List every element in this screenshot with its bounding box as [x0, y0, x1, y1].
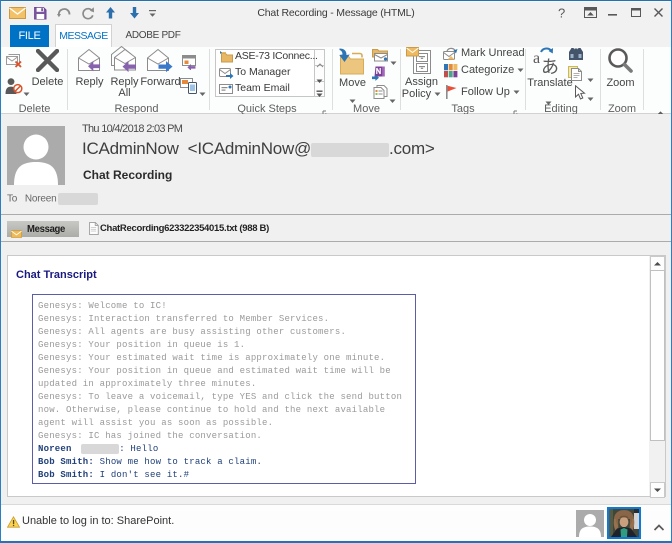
svg-text:?: ?	[558, 6, 565, 21]
svg-text:あ: あ	[541, 57, 559, 74]
svg-text:a: a	[533, 50, 540, 67]
